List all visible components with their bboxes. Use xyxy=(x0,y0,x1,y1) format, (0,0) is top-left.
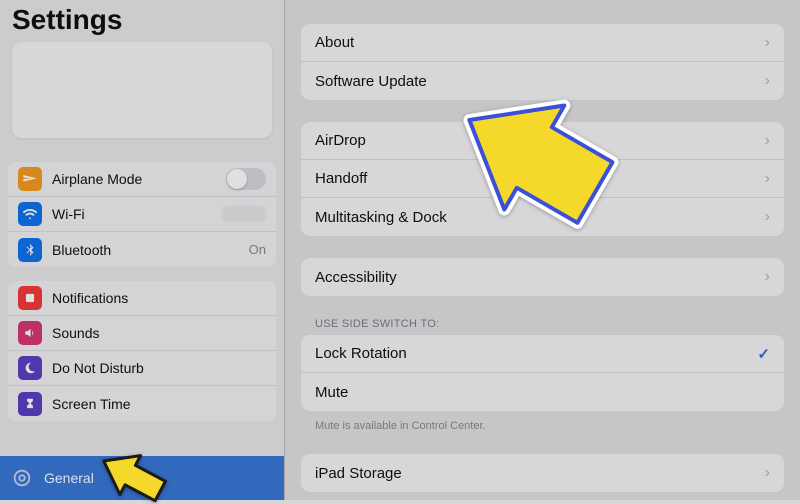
chevron-right-icon: › xyxy=(765,72,770,90)
chevron-right-icon: › xyxy=(765,132,770,150)
sidebar-item-label: Sounds xyxy=(52,325,266,341)
bluetooth-value: On xyxy=(249,242,266,257)
detail-group-side-switch: USE SIDE SWITCH TO: Lock Rotation ✓ Mute… xyxy=(301,318,784,432)
sidebar-item-label: Airplane Mode xyxy=(52,171,226,187)
chevron-right-icon: › xyxy=(765,208,770,226)
annotation-arrow-large xyxy=(440,80,620,230)
sidebar-item-airplane-mode[interactable]: Airplane Mode xyxy=(8,162,276,197)
chevron-right-icon: › xyxy=(765,34,770,52)
detail-label: Lock Rotation xyxy=(315,345,757,362)
sounds-icon xyxy=(18,321,42,345)
hourglass-icon xyxy=(18,392,42,416)
notifications-icon xyxy=(18,286,42,310)
wifi-icon xyxy=(18,202,42,226)
chevron-right-icon: › xyxy=(765,464,770,482)
checkmark-icon: ✓ xyxy=(757,345,770,363)
sidebar-item-do-not-disturb[interactable]: Do Not Disturb xyxy=(8,351,276,386)
bluetooth-icon xyxy=(18,238,42,262)
general-detail: About › Software Update › AirDrop › Hand… xyxy=(285,0,800,500)
detail-label: About xyxy=(315,34,765,51)
section-footer: Mute is available in Control Center. xyxy=(301,415,784,432)
detail-label: Accessibility xyxy=(315,269,765,286)
profile-card[interactable] xyxy=(12,42,272,138)
airplane-icon xyxy=(18,167,42,191)
detail-row-about[interactable]: About › xyxy=(301,24,784,62)
sidebar-item-label: Screen Time xyxy=(52,396,266,412)
chevron-right-icon: › xyxy=(765,170,770,188)
detail-row-mute[interactable]: Mute xyxy=(301,373,784,411)
sidebar-item-screen-time[interactable]: Screen Time xyxy=(8,386,276,421)
sidebar-item-wifi[interactable]: Wi-Fi xyxy=(8,197,276,232)
sidebar-group-notifications: Notifications Sounds Do Not Disturb Scre… xyxy=(8,281,276,421)
chevron-right-icon: › xyxy=(765,268,770,286)
annotation-arrow-small xyxy=(92,448,172,504)
sidebar-item-bluetooth[interactable]: Bluetooth On xyxy=(8,232,276,267)
sidebar-item-notifications[interactable]: Notifications xyxy=(8,281,276,316)
detail-row-lock-rotation[interactable]: Lock Rotation ✓ xyxy=(301,335,784,373)
sidebar-item-sounds[interactable]: Sounds xyxy=(8,316,276,351)
sidebar-group-network: Airplane Mode Wi-Fi Bluetooth On xyxy=(8,162,276,267)
sidebar-item-label: Notifications xyxy=(52,290,266,306)
detail-label: Mute xyxy=(315,384,770,401)
detail-group-accessibility: Accessibility › xyxy=(301,258,784,296)
sidebar-item-label: Do Not Disturb xyxy=(52,360,266,376)
wifi-value-redacted xyxy=(222,206,266,222)
detail-row-accessibility[interactable]: Accessibility › xyxy=(301,258,784,296)
moon-icon xyxy=(18,356,42,380)
airplane-toggle[interactable] xyxy=(226,168,266,190)
sidebar-item-label: Wi-Fi xyxy=(52,206,222,222)
sidebar-item-label: Bluetooth xyxy=(52,242,249,258)
detail-label: iPad Storage xyxy=(315,465,765,482)
settings-sidebar: Settings Airplane Mode Wi-Fi xyxy=(0,0,285,500)
page-title: Settings xyxy=(0,0,284,42)
gear-icon xyxy=(10,466,34,490)
detail-group-storage: iPad Storage › xyxy=(301,454,784,492)
settings-app: Settings Airplane Mode Wi-Fi xyxy=(0,0,800,500)
detail-row-ipad-storage[interactable]: iPad Storage › xyxy=(301,454,784,492)
section-header: USE SIDE SWITCH TO: xyxy=(301,318,784,335)
